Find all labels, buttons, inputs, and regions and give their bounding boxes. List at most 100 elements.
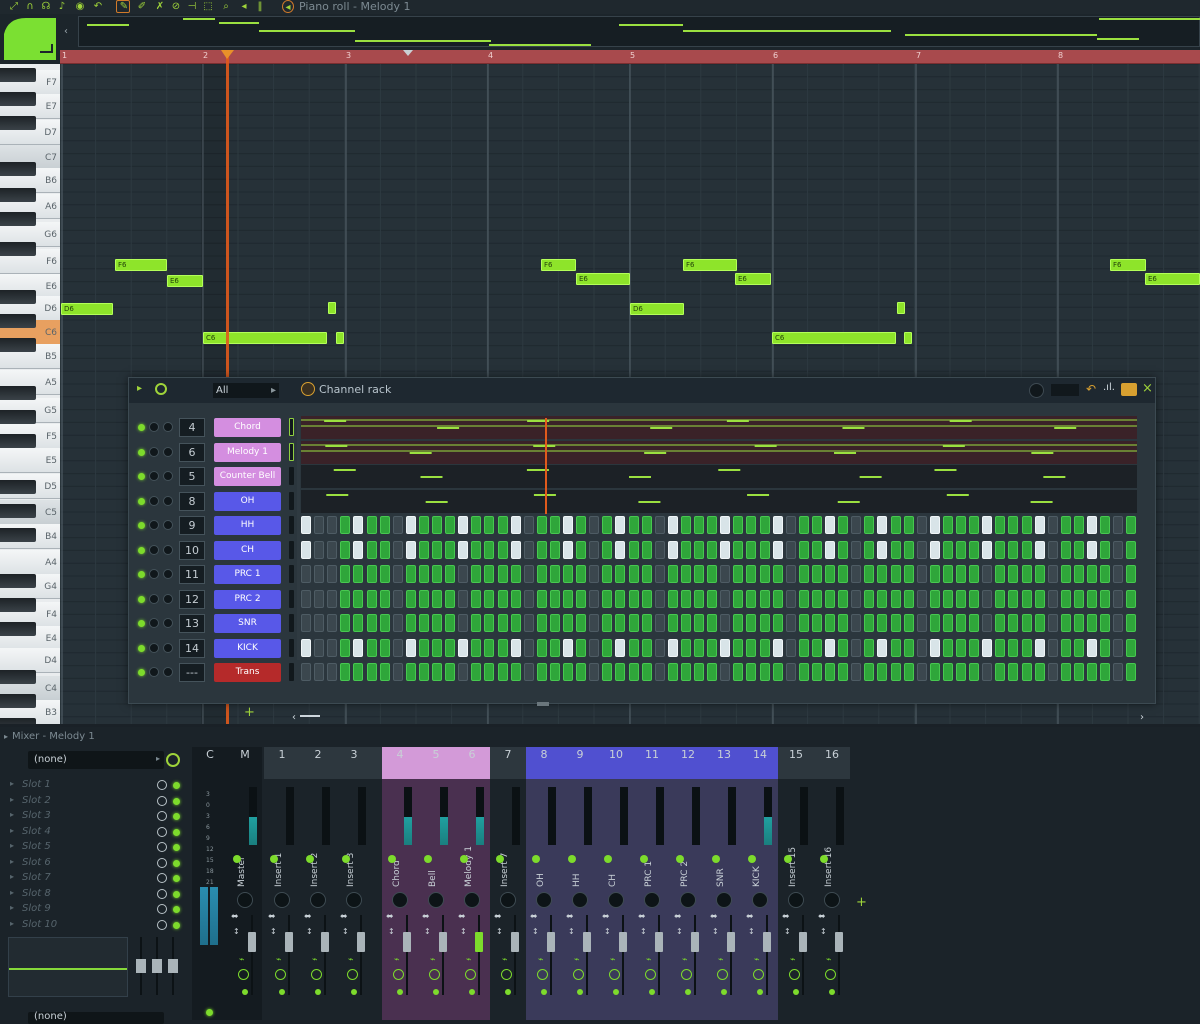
step-button[interactable] <box>1126 614 1136 632</box>
step-button[interactable] <box>1074 590 1084 608</box>
stereo-icon[interactable]: ⬌ <box>638 912 646 922</box>
record-arm-icon[interactable] <box>501 969 512 980</box>
stereo-sep-icon[interactable]: ↕ <box>496 927 503 936</box>
strip-enable-led[interactable] <box>242 989 248 995</box>
step-button[interactable] <box>982 663 992 681</box>
step-button[interactable] <box>615 614 625 632</box>
step-button[interactable] <box>655 516 665 534</box>
channel-select[interactable] <box>289 639 294 657</box>
pan-knob[interactable] <box>464 892 480 908</box>
strip-led[interactable] <box>270 855 278 863</box>
channel-piano-preview[interactable] <box>301 416 1137 439</box>
note[interactable] <box>328 302 336 314</box>
step-button[interactable] <box>484 565 494 583</box>
step-button[interactable] <box>1113 639 1123 657</box>
step-button[interactable] <box>484 590 494 608</box>
step-button[interactable] <box>1008 663 1018 681</box>
strip-enable-led[interactable] <box>433 989 439 995</box>
channel-select[interactable] <box>289 443 294 461</box>
mixer-track-number[interactable]: 9 <box>179 516 205 535</box>
step-button[interactable] <box>969 541 979 559</box>
step-button[interactable] <box>917 516 927 534</box>
volume-knob[interactable] <box>163 643 173 653</box>
black-key[interactable] <box>0 242 36 256</box>
step-button[interactable] <box>733 541 743 559</box>
expand-arrow-icon[interactable]: ▸ <box>10 903 14 912</box>
volume-fader[interactable] <box>727 932 735 952</box>
step-button[interactable] <box>471 541 481 559</box>
strip-led[interactable] <box>604 855 612 863</box>
mixer-track-number[interactable]: --- <box>179 663 205 682</box>
step-button[interactable] <box>589 516 599 534</box>
step-button[interactable] <box>1035 565 1045 583</box>
expand-arrow-icon[interactable]: ▸ <box>10 857 14 866</box>
pan-knob[interactable] <box>680 892 696 908</box>
note[interactable]: F6 <box>1110 259 1146 271</box>
step-button[interactable] <box>314 614 324 632</box>
step-button[interactable] <box>406 516 416 534</box>
step-button[interactable] <box>655 639 665 657</box>
step-button[interactable] <box>550 565 560 583</box>
step-button[interactable] <box>340 541 350 559</box>
step-button[interactable] <box>1113 541 1123 559</box>
expand-arrow-icon[interactable]: ▸ <box>10 826 14 835</box>
stereo-icon[interactable]: ⬌ <box>386 912 394 922</box>
step-button[interactable] <box>825 590 835 608</box>
slot-enable-led[interactable] <box>173 875 180 882</box>
step-button[interactable] <box>943 663 953 681</box>
step-button[interactable] <box>851 590 861 608</box>
step-button[interactable] <box>917 590 927 608</box>
strip-led[interactable] <box>460 855 468 863</box>
step-button[interactable] <box>1035 590 1045 608</box>
step-button[interactable] <box>419 614 429 632</box>
step-button[interactable] <box>498 663 508 681</box>
record-arm-icon[interactable] <box>645 969 656 980</box>
note[interactable]: C6 <box>203 332 327 344</box>
black-key[interactable] <box>0 386 36 400</box>
step-button[interactable] <box>904 541 914 559</box>
step-button[interactable] <box>1100 639 1110 657</box>
step-button[interactable] <box>1048 614 1058 632</box>
channel-mute-led[interactable] <box>138 473 145 480</box>
step-button[interactable] <box>904 639 914 657</box>
black-key[interactable] <box>0 92 36 106</box>
step-button[interactable] <box>891 565 901 583</box>
step-button[interactable] <box>812 590 822 608</box>
step-button[interactable] <box>799 614 809 632</box>
mixer-strip[interactable]: 10 CH ⬌ ↕ ⌁ <box>598 747 634 1020</box>
channel-select[interactable] <box>289 541 294 559</box>
step-button[interactable] <box>969 663 979 681</box>
channel-name-button[interactable]: Chord <box>214 418 281 437</box>
strip-enable-led[interactable] <box>613 989 619 995</box>
stereo-sep-icon[interactable]: ↕ <box>342 927 349 936</box>
headphones-icon[interactable]: ∩ <box>24 0 36 13</box>
effect-slot[interactable]: ▸ Slot 1 <box>6 779 186 793</box>
step-button[interactable] <box>799 639 809 657</box>
channel-mute-led[interactable] <box>138 669 145 676</box>
step-button[interactable] <box>838 639 848 657</box>
step-button[interactable] <box>1074 541 1084 559</box>
select-icon[interactable]: ⬚ <box>202 0 214 13</box>
step-button[interactable] <box>943 590 953 608</box>
step-button[interactable] <box>353 614 363 632</box>
channel-select[interactable] <box>289 663 294 681</box>
step-button[interactable] <box>838 565 848 583</box>
step-button[interactable] <box>681 663 691 681</box>
step-button[interactable] <box>629 516 639 534</box>
step-button[interactable] <box>838 663 848 681</box>
step-button[interactable] <box>904 516 914 534</box>
step-button[interactable] <box>891 590 901 608</box>
step-button[interactable] <box>982 516 992 534</box>
step-button[interactable] <box>720 541 730 559</box>
note[interactable] <box>336 332 344 344</box>
magnet-icon[interactable]: ⤢ <box>8 0 20 13</box>
step-button[interactable] <box>615 590 625 608</box>
step-button[interactable] <box>1100 516 1110 534</box>
step-button[interactable] <box>838 590 848 608</box>
stereo-sep-icon[interactable]: ↕ <box>748 927 755 936</box>
step-button[interactable] <box>930 614 940 632</box>
step-button[interactable] <box>904 590 914 608</box>
step-button[interactable] <box>825 516 835 534</box>
step-button[interactable] <box>589 663 599 681</box>
volume-fader[interactable] <box>403 932 411 952</box>
